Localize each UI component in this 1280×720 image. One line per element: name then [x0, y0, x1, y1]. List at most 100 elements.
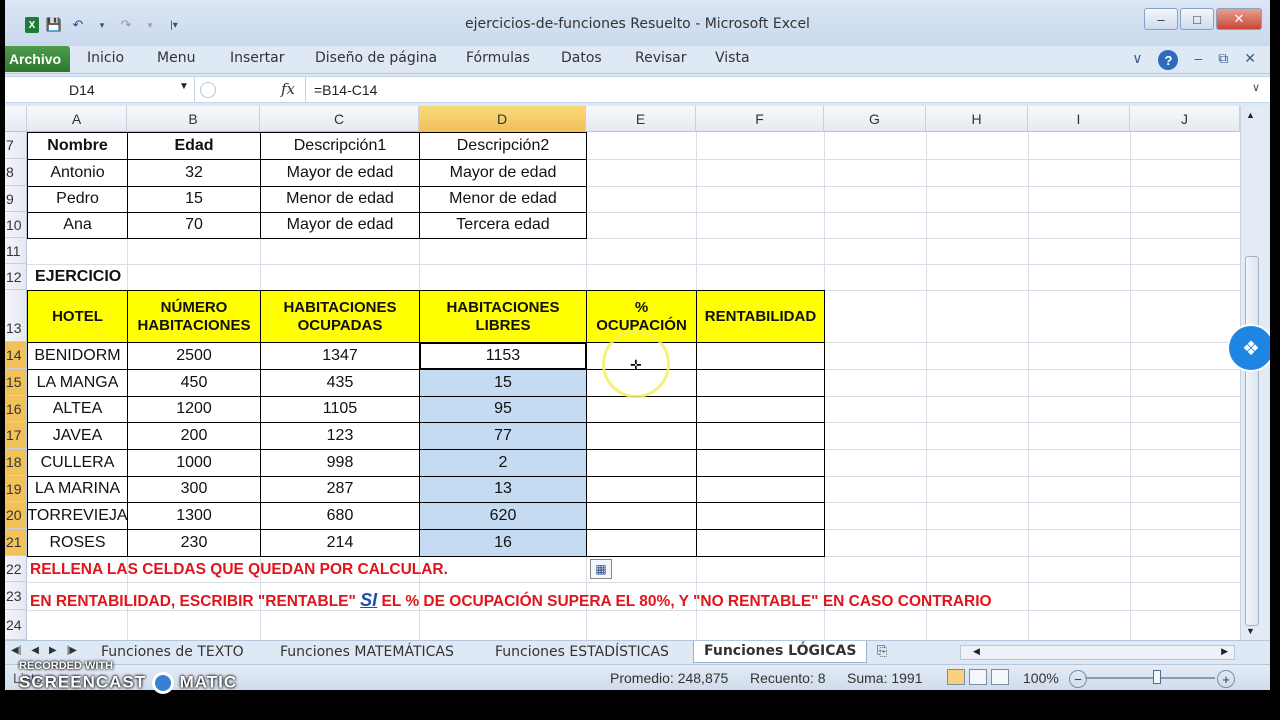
- horizontal-scrollbar[interactable]: ◀ ▶: [960, 645, 1235, 660]
- insert-sheet-icon[interactable]: ⎘: [877, 644, 887, 659]
- table2-cell-ocupacion[interactable]: [586, 476, 697, 503]
- sheet-tab-logicas[interactable]: Funciones LÓGICAS: [693, 641, 868, 663]
- table1-cell[interactable]: Mayor de edad: [260, 212, 420, 239]
- table1-cell[interactable]: Antonio: [27, 159, 128, 187]
- table2-cell-hotel[interactable]: JAVEA: [27, 422, 128, 450]
- table2-cell-hotel[interactable]: CULLERA: [27, 449, 128, 477]
- row-header-7[interactable]: 7: [5, 132, 27, 159]
- table2-cell-numero[interactable]: 200: [127, 422, 261, 450]
- row-header-22[interactable]: 22: [5, 556, 27, 582]
- row-header-20[interactable]: 20: [5, 502, 27, 529]
- formula-expand-handle-icon[interactable]: [200, 82, 216, 98]
- table2-cell-ocupadas[interactable]: 1105: [260, 396, 420, 423]
- table2-cell-ocupacion[interactable]: [586, 396, 697, 423]
- table1-cell[interactable]: Mayor de edad: [419, 159, 587, 187]
- table2-cell-ocupacion[interactable]: [586, 449, 697, 477]
- collapse-ribbon-icon[interactable]: ∨: [1132, 50, 1142, 70]
- tab-insertar[interactable]: Insertar: [230, 50, 285, 66]
- vertical-scrollbar[interactable]: ▲ ▼: [1240, 106, 1270, 640]
- table2-cell-libres[interactable]: 16: [419, 529, 587, 557]
- row-header-19[interactable]: 19: [5, 476, 27, 502]
- table2-cell-numero[interactable]: 1000: [127, 449, 261, 477]
- row-header-12[interactable]: 12: [5, 264, 27, 290]
- next-sheet-icon[interactable]: ▶: [49, 645, 57, 656]
- table1-header-edad[interactable]: Edad: [127, 132, 261, 160]
- table2-cell-numero[interactable]: 1200: [127, 396, 261, 423]
- table2-header-habitaciones-libres[interactable]: HABITACIONES LIBRES: [419, 290, 587, 343]
- row-header-23[interactable]: 23: [5, 582, 27, 610]
- workbook-close-icon[interactable]: ✕: [1244, 50, 1256, 70]
- dropbox-icon[interactable]: ❖: [1229, 326, 1270, 370]
- table2-cell-ocupacion[interactable]: [586, 529, 697, 557]
- table1-cell[interactable]: 15: [127, 186, 261, 213]
- table1-cell[interactable]: 70: [127, 212, 261, 239]
- table2-cell-rentabilidad[interactable]: [696, 476, 825, 503]
- table1-cell[interactable]: 32: [127, 159, 261, 187]
- sheet-tab-texto[interactable]: Funciones de TEXTO: [101, 644, 244, 660]
- table2-cell-ocupadas[interactable]: 435: [260, 369, 420, 397]
- column-header-h[interactable]: H: [926, 106, 1028, 132]
- row-header-15[interactable]: 15: [5, 369, 27, 396]
- table2-cell-numero[interactable]: 1300: [127, 502, 261, 530]
- prev-sheet-icon[interactable]: ◀: [31, 645, 39, 656]
- column-header-c[interactable]: C: [260, 106, 419, 132]
- table2-cell-ocupadas[interactable]: 214: [260, 529, 420, 557]
- table2-cell-rentabilidad[interactable]: [696, 396, 825, 423]
- table2-cell-ocupadas[interactable]: 680: [260, 502, 420, 530]
- table1-cell[interactable]: Menor de edad: [260, 186, 420, 213]
- ejercicio-label[interactable]: EJERCICIO: [35, 264, 155, 290]
- column-header-b[interactable]: B: [127, 106, 260, 132]
- table1-header-descripcion1[interactable]: Descripción1: [260, 132, 420, 160]
- tab-menu[interactable]: Menu: [157, 50, 195, 66]
- vertical-scroll-thumb[interactable]: [1245, 256, 1259, 626]
- table2-cell-rentabilidad[interactable]: [696, 449, 825, 477]
- table2-cell-hotel[interactable]: BENIDORM: [27, 342, 128, 370]
- table2-cell-rentabilidad[interactable]: [696, 529, 825, 557]
- row-header-24[interactable]: 24: [5, 610, 27, 640]
- page-break-view-icon[interactable]: [991, 669, 1009, 685]
- table2-cell-libres[interactable]: 77: [419, 422, 587, 450]
- zoom-slider-knob[interactable]: [1153, 670, 1161, 684]
- table2-cell-ocupadas[interactable]: 287: [260, 476, 420, 503]
- name-box-dropdown-icon[interactable]: ▼: [179, 81, 189, 92]
- scroll-left-icon[interactable]: ◀: [973, 646, 980, 657]
- row-header-18[interactable]: 18: [5, 449, 27, 476]
- table2-header-hotel[interactable]: HOTEL: [27, 290, 128, 343]
- maximize-button[interactable]: □: [1180, 8, 1214, 30]
- zoom-in-icon[interactable]: +: [1217, 670, 1235, 688]
- row-header-13[interactable]: 13: [5, 290, 27, 342]
- row-header-16[interactable]: 16: [5, 396, 27, 422]
- table2-cell-hotel[interactable]: LA MANGA: [27, 369, 128, 397]
- insert-function-icon[interactable]: fx: [281, 80, 295, 98]
- table2-header-rentabilidad[interactable]: RENTABILIDAD: [696, 290, 825, 343]
- table2-cell-ocupadas[interactable]: 1347: [260, 342, 420, 370]
- scroll-down-icon[interactable]: ▼: [1246, 626, 1255, 636]
- row-header-17[interactable]: 17: [5, 422, 27, 449]
- table2-cell-ocupadas[interactable]: 123: [260, 422, 420, 450]
- column-header-a[interactable]: A: [27, 106, 127, 132]
- table2-cell-libres[interactable]: 95: [419, 396, 587, 423]
- column-header-d[interactable]: D: [419, 106, 586, 132]
- tab-inicio[interactable]: Inicio: [87, 50, 124, 66]
- table2-cell-numero[interactable]: 450: [127, 369, 261, 397]
- table2-cell-libres[interactable]: 2: [419, 449, 587, 477]
- paste-options-icon[interactable]: ▦: [590, 559, 612, 579]
- close-button[interactable]: ✕: [1216, 8, 1262, 30]
- table2-cell-ocupadas[interactable]: 998: [260, 449, 420, 477]
- table2-cell-rentabilidad[interactable]: [696, 369, 825, 397]
- name-box[interactable]: D14 ▼: [5, 77, 195, 103]
- column-header-i[interactable]: I: [1028, 106, 1130, 132]
- first-sheet-icon[interactable]: ◀|: [11, 645, 21, 656]
- tab-diseno-de-pagina[interactable]: Diseño de página: [315, 50, 437, 66]
- select-all-corner[interactable]: [5, 106, 27, 132]
- expand-formula-bar-icon[interactable]: ∨: [1252, 81, 1260, 94]
- zoom-level[interactable]: 100%: [1023, 670, 1059, 686]
- row-header-14[interactable]: 14: [5, 342, 27, 369]
- table2-cell-rentabilidad[interactable]: [696, 422, 825, 450]
- table1-cell[interactable]: Menor de edad: [419, 186, 587, 213]
- table2-cell-ocupacion[interactable]: [586, 502, 697, 530]
- table1-cell[interactable]: Ana: [27, 212, 128, 239]
- table2-cell-hotel[interactable]: ALTEA: [27, 396, 128, 423]
- row-header-9[interactable]: 9: [5, 186, 27, 212]
- row-header-11[interactable]: 11: [5, 238, 27, 264]
